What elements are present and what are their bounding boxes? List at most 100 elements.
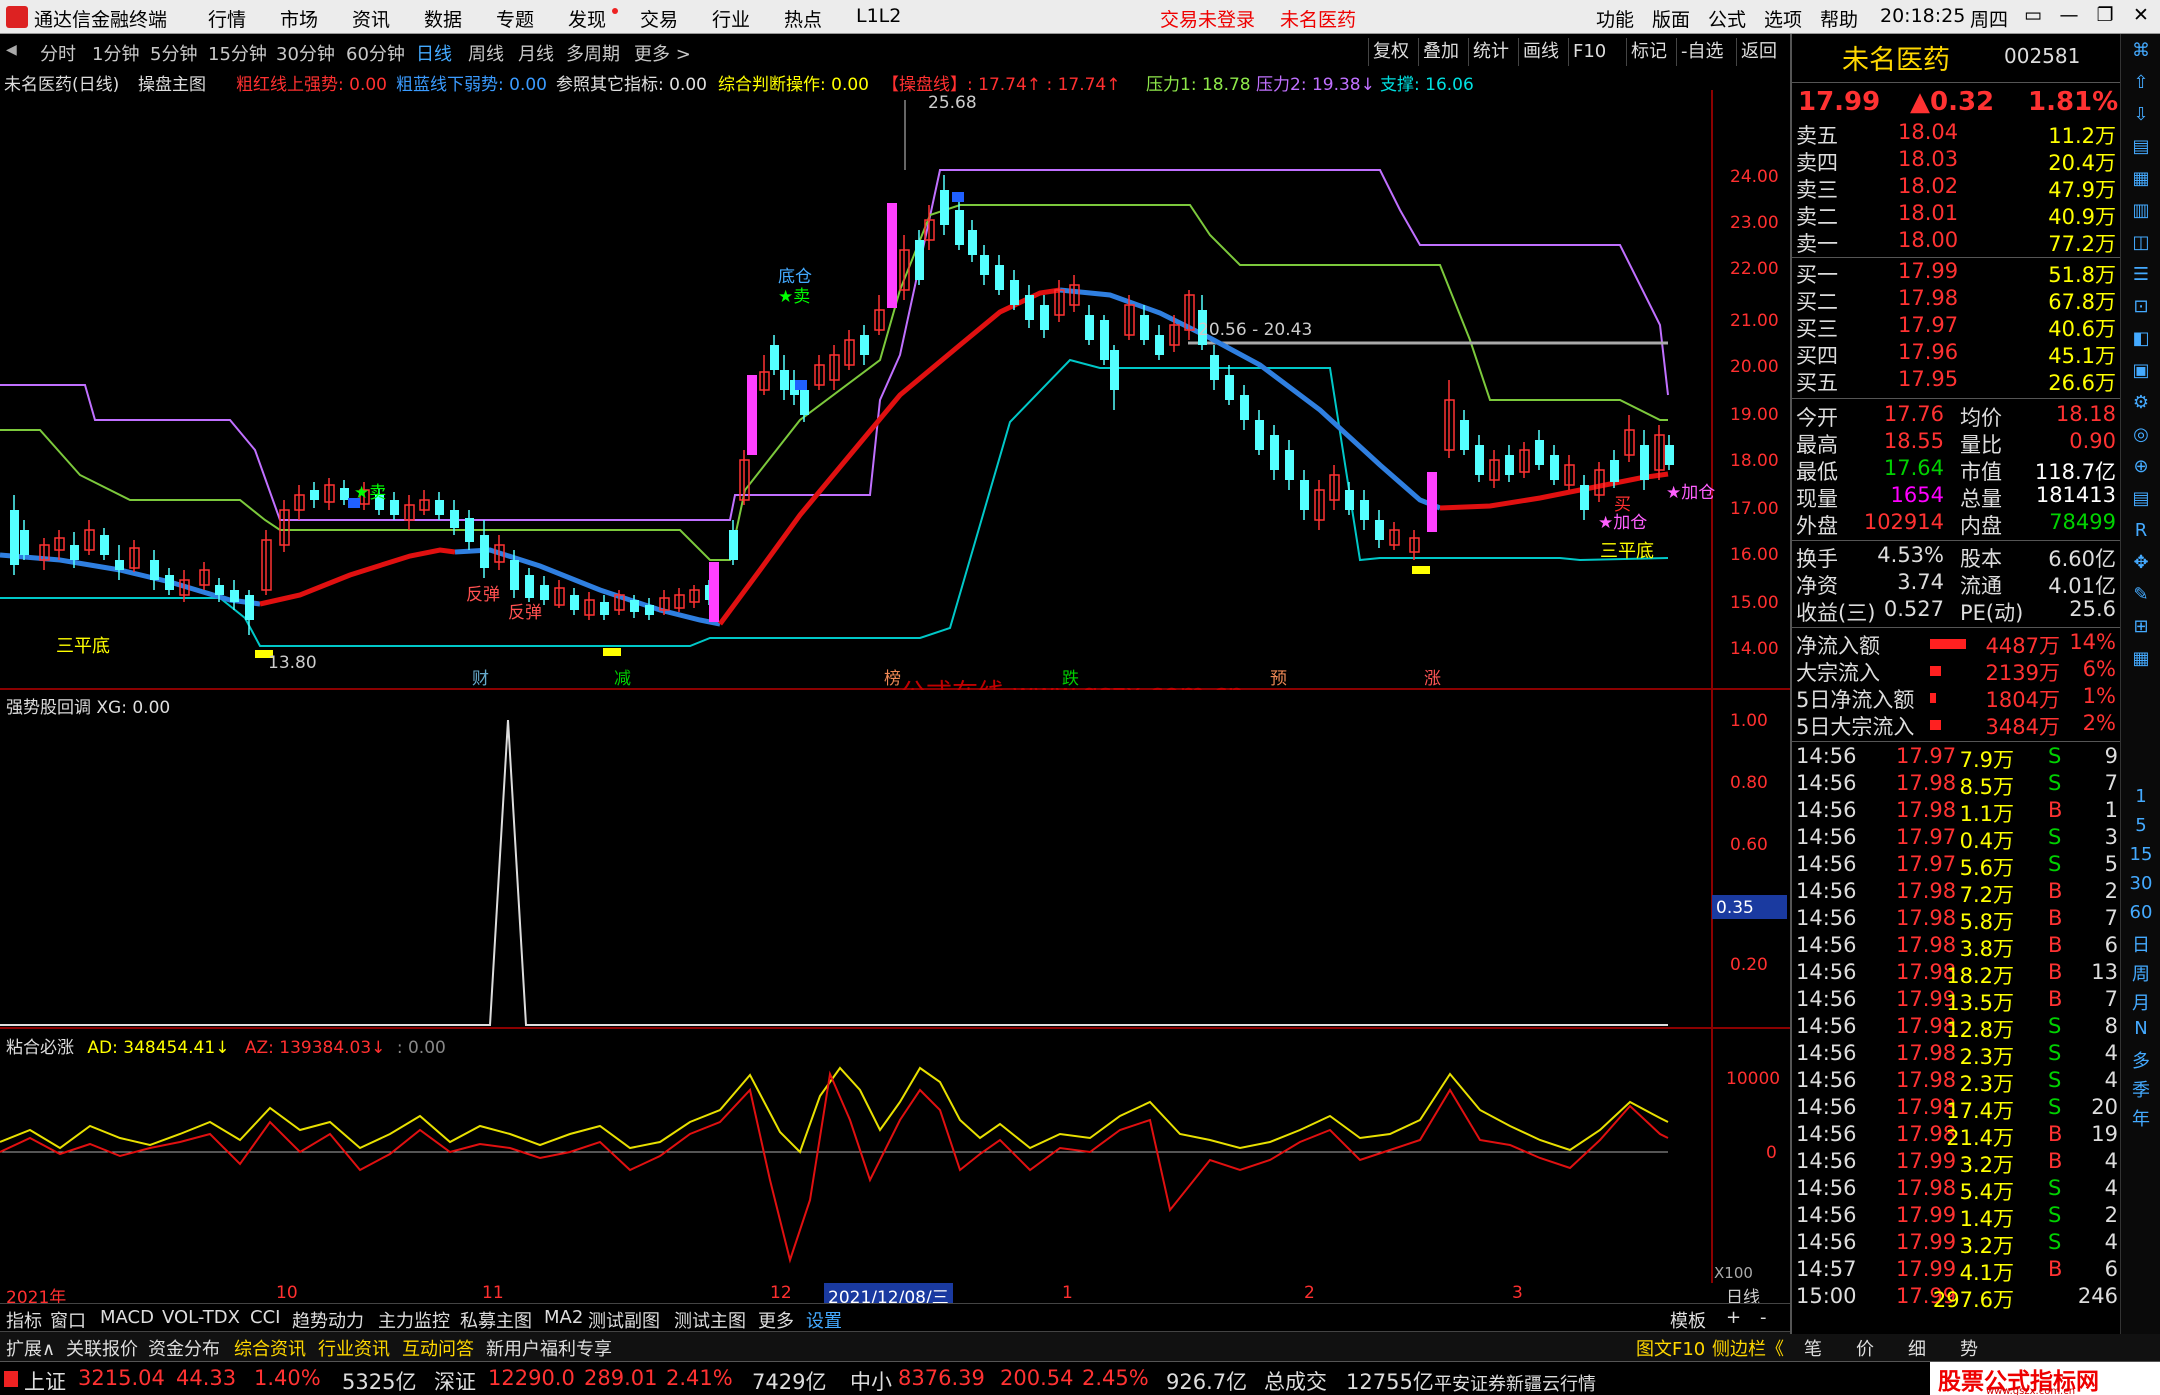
tab-cci[interactable]: CCI [250,1307,280,1328]
tab-more-indicators[interactable]: 更多 [758,1307,794,1333]
sidebar-period[interactable]: 5 [2125,815,2157,843]
menu-item-formula[interactable]: 公式 [1708,5,1746,32]
tab-private[interactable]: 私募主图 [460,1307,532,1333]
menu-item-l1l2[interactable]: L1L2 [856,5,901,27]
tool-watchlist[interactable]: -自选 [1676,38,1728,66]
tab-indicator[interactable]: 指标 [6,1307,42,1333]
rsi-icon[interactable]: R [2125,520,2157,548]
menu-item-industry[interactable]: 行业 [712,5,750,32]
bids-row[interactable]: 买一 17.99 51.8万 [1792,259,2122,287]
tool-mark[interactable]: 标记 [1626,38,1671,66]
menu-item-news[interactable]: 资讯 [352,5,390,32]
tab-shi[interactable]: 势 [1960,1335,1978,1361]
tab-test-main[interactable]: 测试主图 [674,1307,746,1333]
event-jian[interactable]: 减 [614,669,631,689]
tab-60min[interactable]: 60分钟 [346,40,405,66]
sub2-chart[interactable]: 10000 0 X100 [0,1030,1790,1283]
tab-test-sub[interactable]: 测试副图 [588,1307,660,1333]
circle-icon[interactable]: ◎ [2125,424,2157,452]
pen-icon[interactable]: ✎ [2125,584,2157,612]
menu-item-layout[interactable]: 版面 [1652,5,1690,32]
sidebar-period[interactable]: 周 [2125,960,2157,988]
menu-item-hot[interactable]: 热点 [784,5,822,32]
sidebar-period[interactable]: 30 [2125,873,2157,901]
tool-stats[interactable]: 统计 [1468,38,1513,66]
sidebar-period[interactable]: 年 [2125,1105,2157,1133]
tool-back[interactable]: 返回 [1736,38,1781,66]
grid-icon[interactable]: ▦ [2125,168,2157,196]
event-bang[interactable]: 榜 [884,669,901,689]
f10-icon[interactable]: ⊡ [2125,296,2157,324]
minimize-icon[interactable]: — [2054,4,2084,30]
sidebar-period[interactable]: 日 [2125,931,2157,959]
tab-1min[interactable]: 1分钟 [92,40,139,66]
tab-more[interactable]: 更多 > [634,40,691,66]
tab-monthly[interactable]: 月线 [518,40,554,66]
tool-f10[interactable]: F10 [1568,38,1610,66]
tab-ma2[interactable]: MA2 [544,1307,583,1328]
up-arrow-icon[interactable]: ⇧ [2125,72,2157,100]
tool-draw[interactable]: 画线 [1518,38,1563,66]
tab-5min[interactable]: 5分钟 [150,40,197,66]
event-caibao[interactable]: 财 [472,669,489,689]
sub1-chart[interactable]: 1.00 0.80 0.60 0.35 0.20 [0,690,1790,1030]
tab-15min[interactable]: 15分钟 [208,40,267,66]
sidebar-period[interactable]: 多 [2125,1047,2157,1075]
chart-icon[interactable]: ▥ [2125,200,2157,228]
add-button[interactable]: + [1726,1307,1741,1328]
zx-label[interactable]: 中小 [850,1366,892,1395]
tab-related-quotes[interactable]: 关联报价 [66,1335,138,1361]
tab-xi[interactable]: 细 [1908,1335,1926,1361]
sidebar-period[interactable]: 15 [2125,844,2157,872]
menu-item-data[interactable]: 数据 [424,5,462,32]
tool-overlay[interactable]: 叠加 [1418,38,1463,66]
tab-f10[interactable]: 图文F10 [1636,1335,1705,1361]
doc-icon[interactable]: ▤ [2125,136,2157,164]
bar-icon[interactable]: ▤ [2125,488,2157,516]
menu-item-trade[interactable]: 交易 [640,5,678,32]
sh-label[interactable]: 上证 [24,1366,66,1395]
tab-trend[interactable]: 趋势动力 [292,1307,364,1333]
compare-icon[interactable]: ◧ [2125,328,2157,356]
tab-industry-news[interactable]: 行业资讯 [318,1335,390,1361]
tab-multi[interactable]: 多周期 [566,40,620,66]
bids-row[interactable]: 买二 17.98 67.8万 [1792,286,2122,314]
tab-jia[interactable]: 价 [1856,1335,1874,1361]
arrows-icon[interactable]: ✥ [2125,552,2157,580]
expand-button[interactable]: 扩展∧ [6,1335,55,1361]
tab-general-news[interactable]: 综合资讯 [234,1335,306,1361]
menu-item-quotes[interactable]: 行情 [208,5,246,32]
tab-vol[interactable]: VOL-TDX [162,1307,240,1328]
sidebar-period[interactable]: 季 [2125,1076,2157,1104]
tab-qa[interactable]: 互动问答 [402,1335,474,1361]
tool-adjust[interactable]: 复权 [1368,38,1413,66]
login-status[interactable]: 交易未登录 [1160,5,1255,32]
zoom-icon[interactable]: ⊕ [2125,456,2157,484]
event-yu[interactable]: 预 [1270,669,1287,689]
tab-settings[interactable]: 设置 [806,1307,842,1333]
sidebar-app-icon[interactable]: ⌘ [2125,40,2157,68]
tab-30min[interactable]: 30分钟 [276,40,335,66]
sidebar-period[interactable]: 月 [2125,989,2157,1017]
menu-item-options[interactable]: 选项 [1764,5,1802,32]
tab-weekly[interactable]: 周线 [468,40,504,66]
template-button[interactable]: 模板 [1670,1307,1706,1333]
main-chart[interactable]: 25.68 13.80 20.56 - 20.43 三平底 三平底 ★卖 ★卖 … [0,90,1790,690]
list-icon[interactable]: ☰ [2125,264,2157,292]
collapse-icon[interactable]: ◀ [6,42,22,58]
asks-row[interactable]: 卖二 18.01 40.9万 [1792,201,2122,229]
menu-item-function[interactable]: 功能 [1596,5,1634,32]
maximize-icon[interactable]: ❐ [2090,4,2120,30]
news-icon[interactable]: ▣ [2125,360,2157,388]
menu-item-market[interactable]: 市场 [280,5,318,32]
tab-main-monitor[interactable]: 主力监控 [378,1307,450,1333]
menu-item-help[interactable]: 帮助 [1820,5,1858,32]
tab-bi[interactable]: 笔 [1804,1335,1822,1361]
candle-icon[interactable]: ◫ [2125,232,2157,260]
asks-row[interactable]: 卖五 18.04 11.2万 [1792,120,2122,148]
asks-row[interactable]: 卖一 18.00 77.2万 [1792,228,2122,256]
sidebar-period[interactable]: N [2125,1018,2157,1046]
asks-row[interactable]: 卖三 18.02 47.9万 [1792,174,2122,202]
settings-icon[interactable]: ⚙ [2125,392,2157,420]
sz-label[interactable]: 深证 [434,1366,476,1395]
